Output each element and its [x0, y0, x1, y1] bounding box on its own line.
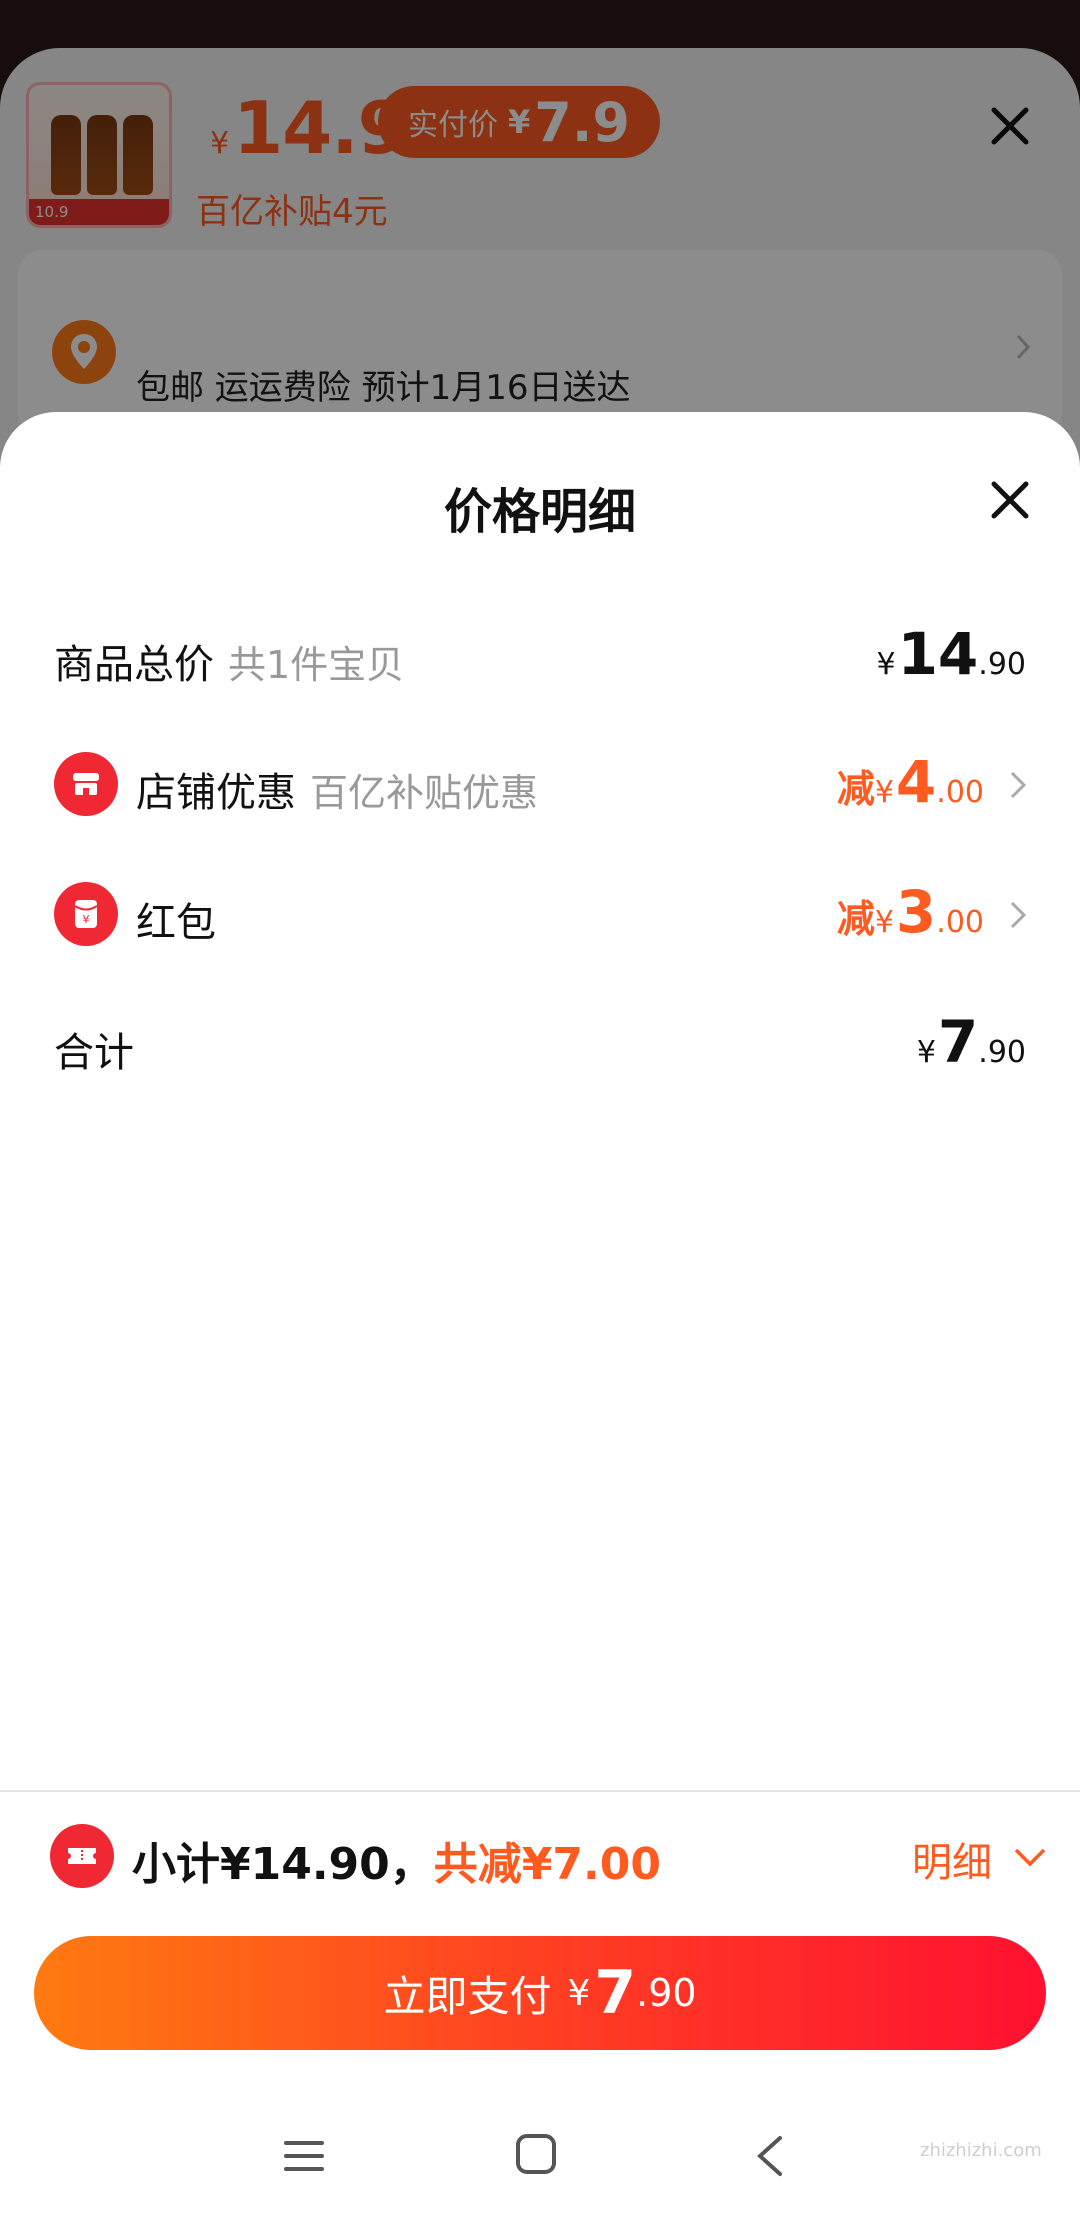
amount-decimal: .90: [978, 1035, 1026, 1070]
currency-symbol: ¥: [874, 775, 894, 810]
row-label-text: 商品总价: [54, 642, 214, 688]
amount-decimal: .00: [936, 905, 984, 940]
close-icon[interactable]: [990, 480, 1030, 520]
summary-text: 小计¥14.90，共减¥7.00: [132, 1828, 661, 1892]
store-icon: [54, 752, 118, 816]
sheet-title: 价格明细: [443, 484, 636, 540]
chevron-right-icon: [1010, 901, 1027, 929]
currency-symbol: ¥: [916, 1035, 936, 1070]
svg-text:¥: ¥: [83, 913, 90, 926]
watermark: zhizhizhi.com: [920, 2140, 1042, 2161]
row-label: 合计: [54, 1020, 134, 1078]
amount-decimal: .90: [978, 647, 1026, 682]
chevron-down-icon[interactable]: [1012, 1844, 1048, 1872]
pay-amount-integer: 7: [594, 1958, 637, 2028]
pay-button-label: 立即支付: [383, 1971, 552, 2021]
price-row-store-discount[interactable]: 店铺优惠 百亿补贴优惠 减 ¥ 4 .00: [0, 740, 1080, 830]
row-amount: ¥ 7 .90: [917, 1008, 1026, 1076]
detail-toggle[interactable]: 明细: [912, 1830, 992, 1888]
currency-symbol: ¥: [567, 1972, 591, 2014]
price-row-total: 合计 ¥ 7 .90: [0, 1000, 1080, 1090]
discount-prefix: 减: [836, 897, 875, 941]
amount-decimal: .00: [936, 775, 984, 810]
amount-integer: 3: [895, 878, 937, 946]
chevron-right-icon: [1010, 771, 1027, 799]
row-label: 红包: [136, 890, 216, 948]
pay-now-button[interactable]: 立即支付 ¥ 7 .90: [34, 1936, 1046, 2050]
row-amount: 减 ¥ 3 .00: [837, 878, 984, 946]
row-sublabel: 共1件宝贝: [228, 643, 405, 687]
currency-symbol: ¥: [876, 647, 896, 682]
amount-integer: 14: [897, 620, 979, 688]
row-amount: ¥ 14 .90: [876, 620, 1026, 688]
divider: [0, 1790, 1080, 1792]
home-icon[interactable]: [514, 2132, 558, 2176]
price-row-red-packet[interactable]: ¥ 红包 减 ¥ 3 .00: [0, 870, 1080, 960]
system-nav-bar: [0, 2110, 1080, 2221]
row-label-text: 合计: [54, 1030, 134, 1076]
row-sublabel: 百亿补贴优惠: [310, 771, 539, 815]
row-label: 商品总价 共1件宝贝: [54, 632, 404, 690]
subtotal-text: 小计¥14.90，: [132, 1839, 434, 1890]
currency-symbol: ¥: [874, 905, 894, 940]
order-summary: 小计¥14.90，共减¥7.00 明细: [0, 1818, 1080, 1892]
recent-apps-icon[interactable]: [282, 2134, 326, 2178]
row-label: 店铺优惠 百亿补贴优惠: [136, 760, 538, 818]
amount-integer: 4: [895, 748, 937, 816]
discount-prefix: 减: [836, 767, 875, 811]
pay-amount-decimal: .90: [636, 1971, 697, 2015]
coupon-ticket-icon: [50, 1824, 114, 1888]
row-label-text: 红包: [136, 900, 216, 946]
amount-integer: 7: [937, 1008, 979, 1076]
price-row-goods-total: 商品总价 共1件宝贝 ¥ 14 .90: [0, 612, 1080, 702]
row-label-text: 店铺优惠: [136, 770, 296, 816]
red-packet-icon: ¥: [54, 882, 118, 946]
back-icon[interactable]: [752, 2134, 788, 2178]
row-amount: 减 ¥ 4 .00: [837, 748, 984, 816]
total-discount-text: 共减¥7.00: [433, 1839, 661, 1890]
